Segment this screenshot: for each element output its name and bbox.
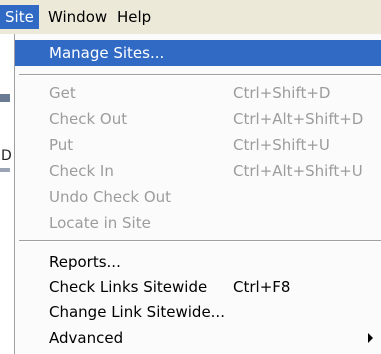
menu-window[interactable]: Window — [43, 5, 112, 29]
menu-item-label: Manage Sites... — [49, 44, 165, 62]
menu-item-get[interactable]: Get Ctrl+Shift+D — [15, 80, 381, 106]
menu-item-shortcut: Ctrl+Alt+Shift+U — [233, 162, 363, 180]
menu-item-change-link-sitewide[interactable]: Change Link Sitewide... — [15, 299, 381, 325]
menu-item-check-in[interactable]: Check In Ctrl+Alt+Shift+U — [15, 158, 381, 184]
menu-item-undo-check-out[interactable]: Undo Check Out — [15, 184, 381, 210]
menu-separator — [19, 74, 381, 76]
background-divider — [0, 168, 10, 172]
menu-bar: Site Window Help — [0, 0, 381, 34]
menu-item-advanced[interactable]: Advanced — [15, 325, 381, 351]
menu-item-label: Put — [49, 136, 74, 154]
menu-item-label: Change Link Sitewide... — [49, 303, 225, 321]
menu-item-label: Check In — [49, 162, 114, 180]
site-dropdown-menu: Manage Sites... Get Ctrl+Shift+D Check O… — [14, 34, 381, 354]
menu-item-shortcut: Ctrl+Alt+Shift+D — [233, 110, 364, 128]
menu-item-label: Check Out — [49, 110, 128, 128]
background-toolbar-mark — [0, 94, 10, 102]
menu-item-check-links-sitewide[interactable]: Check Links Sitewide Ctrl+F8 — [15, 274, 381, 300]
menu-separator — [19, 240, 381, 242]
menu-item-label: Get — [49, 84, 76, 102]
menu-item-shortcut: Ctrl+Shift+U — [233, 136, 330, 154]
menu-item-check-out[interactable]: Check Out Ctrl+Alt+Shift+D — [15, 106, 381, 132]
menu-help[interactable]: Help — [112, 5, 156, 29]
menu-item-label: Undo Check Out — [49, 188, 172, 206]
background-window-edge: D — [0, 34, 15, 354]
submenu-arrow-icon — [368, 333, 373, 343]
menu-item-shortcut: Ctrl+F8 — [233, 278, 291, 296]
background-letter: D — [1, 148, 12, 164]
menu-item-label: Reports... — [49, 253, 121, 271]
menu-item-reports[interactable]: Reports... — [15, 249, 381, 275]
menu-item-label: Locate in Site — [49, 214, 151, 232]
menu-item-label: Advanced — [49, 329, 124, 347]
menu-item-shortcut: Ctrl+Shift+D — [233, 84, 331, 102]
menu-item-put[interactable]: Put Ctrl+Shift+U — [15, 132, 381, 158]
menu-site[interactable]: Site — [0, 5, 39, 29]
menu-item-locate-in-site[interactable]: Locate in Site — [15, 210, 381, 236]
menu-item-label: Check Links Sitewide — [49, 278, 208, 296]
menu-item-manage-sites[interactable]: Manage Sites... — [15, 40, 381, 66]
